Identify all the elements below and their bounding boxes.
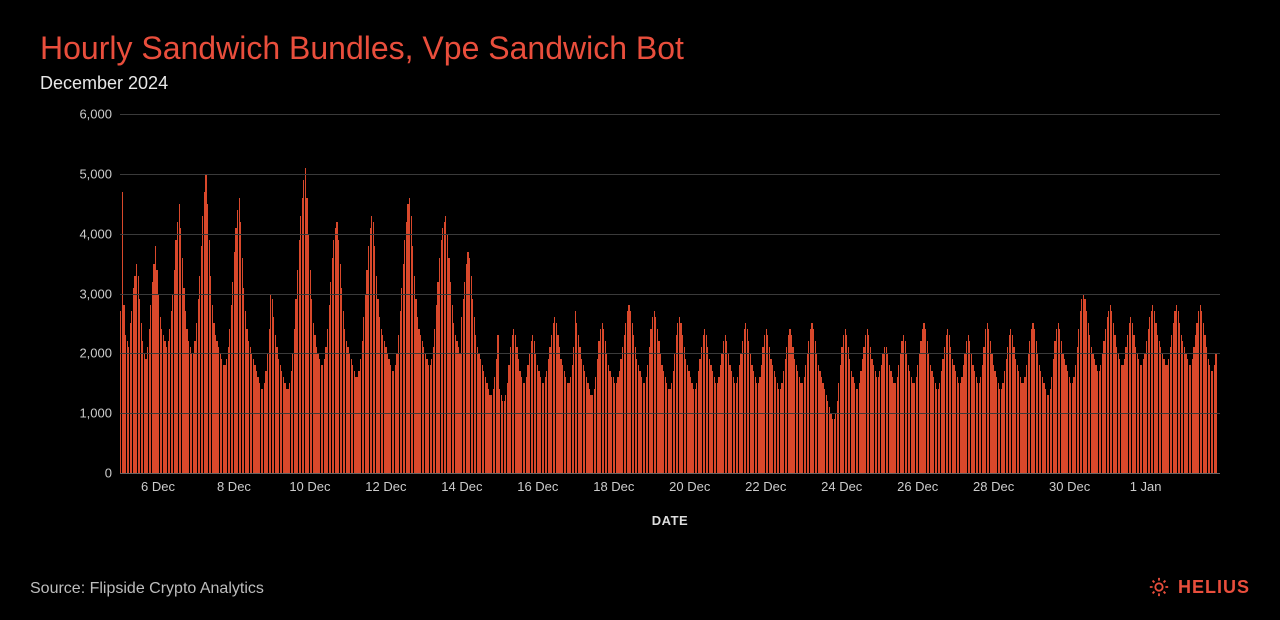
- y-tick-label: 3,000: [79, 286, 112, 301]
- x-tick-label: 28 Dec: [973, 479, 1014, 494]
- grid-line: [120, 294, 1220, 295]
- grid-line: [120, 413, 1220, 414]
- y-tick-label: 6,000: [79, 107, 112, 122]
- grid-line: [120, 114, 1220, 115]
- y-tick-label: 4,000: [79, 226, 112, 241]
- x-tick-label: 30 Dec: [1049, 479, 1090, 494]
- y-tick-label: 5,000: [79, 166, 112, 181]
- x-tick-label: 10 Dec: [289, 479, 330, 494]
- chart-subtitle: December 2024: [40, 73, 1240, 94]
- grid-line: [120, 353, 1220, 354]
- x-tick-label: 1 Jan: [1130, 479, 1162, 494]
- grid-line: [120, 174, 1220, 175]
- plot-area: 01,0002,0003,0004,0005,0006,000: [120, 114, 1220, 474]
- grid-line: [120, 234, 1220, 235]
- x-axis-ticks: 6 Dec 8 Dec 10 Dec 12 Dec 14 Dec 16 Dec 18 Dec…: [120, 479, 1220, 499]
- chart-title: Hourly Sandwich Bundles, Vpe Sandwich Bo…: [40, 30, 1240, 67]
- y-tick-label: 0: [105, 466, 112, 481]
- brand-logo: HELIUS: [1148, 576, 1250, 598]
- grid-line: [120, 473, 1220, 474]
- x-tick-label: 14 Dec: [441, 479, 482, 494]
- y-tick-label: 2,000: [79, 346, 112, 361]
- x-tick-label: 8 Dec: [217, 479, 251, 494]
- x-tick-label: 20 Dec: [669, 479, 710, 494]
- x-axis-label: DATE: [120, 513, 1220, 528]
- x-tick-label: 26 Dec: [897, 479, 938, 494]
- x-tick-label: 12 Dec: [365, 479, 406, 494]
- brand-text: HELIUS: [1178, 577, 1250, 598]
- source-attribution: Source: Flipside Crypto Analytics: [30, 580, 264, 598]
- chart-area: 01,0002,0003,0004,0005,0006,000 6 Dec 8 D…: [70, 114, 1220, 534]
- helius-icon: [1148, 576, 1170, 598]
- x-tick-label: 16 Dec: [517, 479, 558, 494]
- x-tick-label: 22 Dec: [745, 479, 786, 494]
- x-tick-label: 24 Dec: [821, 479, 862, 494]
- x-tick-label: 18 Dec: [593, 479, 634, 494]
- x-tick-label: 6 Dec: [141, 479, 175, 494]
- y-tick-label: 1,000: [79, 406, 112, 421]
